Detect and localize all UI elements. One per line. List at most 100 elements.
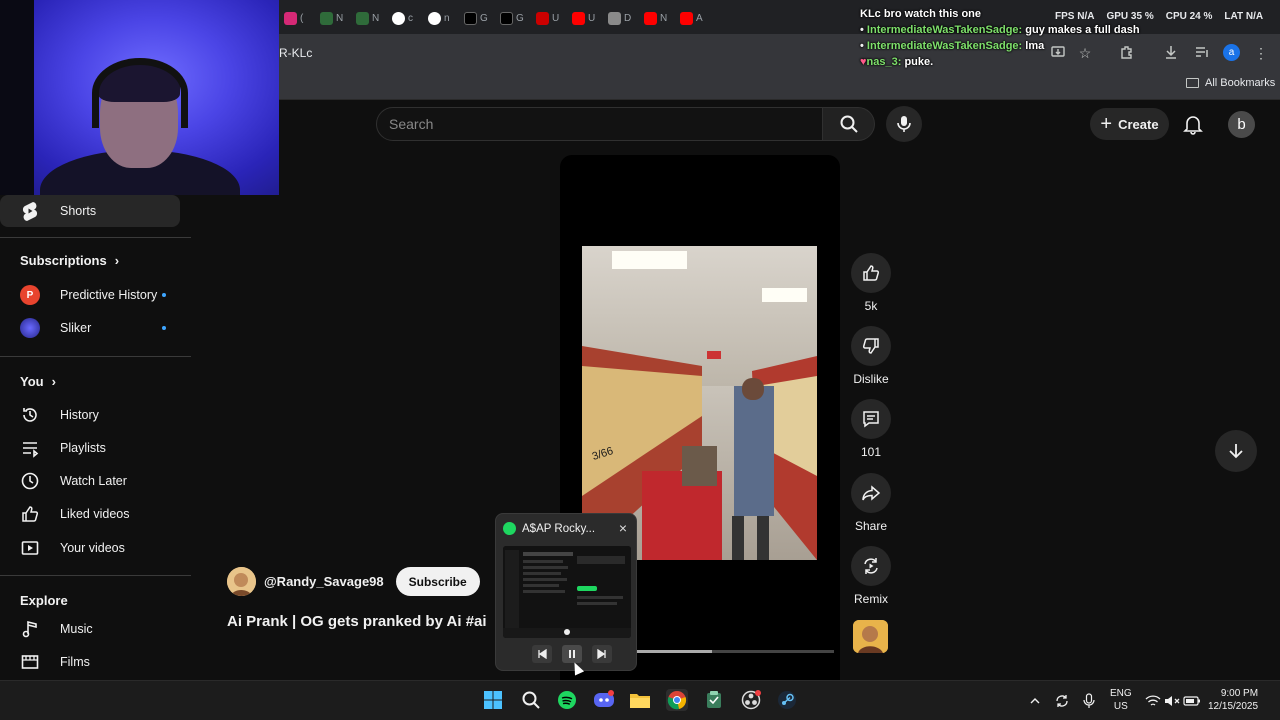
search-button[interactable] xyxy=(823,107,875,141)
comments-button[interactable] xyxy=(851,399,891,439)
preview-thumbnail[interactable] xyxy=(503,546,631,638)
browser-tab[interactable]: D xyxy=(608,9,644,27)
chat-line: • IntermediateWasTakenSadge: lma xyxy=(860,40,1045,52)
trend-icon xyxy=(320,11,333,25)
browser-tab[interactable]: ( xyxy=(284,9,320,27)
sidebar-item-playlists[interactable]: Playlists xyxy=(0,432,180,464)
channel-name-link[interactable]: @Randy_Savage98 xyxy=(264,574,384,589)
google-icon xyxy=(392,11,405,25)
sidebar-item-sliker[interactable]: Sliker xyxy=(0,312,180,344)
like-action[interactable]: 5k xyxy=(850,253,892,313)
create-button[interactable]: + Create xyxy=(1090,108,1169,140)
shorts-icon xyxy=(20,201,40,221)
tray-overflow-chevron-icon[interactable] xyxy=(1024,690,1046,712)
input-language-indicator[interactable]: ENG US xyxy=(1110,687,1132,713)
browser-tab[interactable]: G xyxy=(464,9,500,27)
browser-tab[interactable]: G xyxy=(500,9,536,27)
taskbar-file-explorer[interactable] xyxy=(629,689,651,711)
thumbs-up-icon xyxy=(20,504,40,524)
spotify-icon xyxy=(558,691,576,709)
all-bookmarks-button[interactable]: All Bookmarks xyxy=(1186,77,1275,89)
chat-line: • IntermediateWasTakenSadge: guy makes a… xyxy=(860,24,1140,36)
taskbar-spotify[interactable] xyxy=(556,689,578,711)
media-controls-icon[interactable] xyxy=(1193,44,1211,62)
sidebar-item-watch-later[interactable]: Watch Later xyxy=(0,465,180,497)
chat-line: ♥nas_3: puke. xyxy=(860,56,934,68)
remix-button[interactable] xyxy=(851,546,891,586)
original-sound-thumbnail[interactable] xyxy=(853,620,888,653)
remix-icon xyxy=(864,558,878,574)
browser-tab[interactable]: n xyxy=(428,9,464,27)
chrome-icon xyxy=(667,691,687,710)
channel-avatar xyxy=(20,318,40,338)
previous-track-button[interactable] xyxy=(532,645,552,663)
chevron-right-icon: › xyxy=(51,374,56,389)
subscribe-button[interactable]: Subscribe xyxy=(395,567,480,596)
channel-avatar[interactable] xyxy=(227,567,256,596)
search-icon xyxy=(840,115,858,133)
voice-search-button[interactable] xyxy=(886,106,922,142)
browser-tab[interactable]: c xyxy=(392,9,428,27)
sidebar-item-films[interactable]: Films xyxy=(0,646,180,678)
close-icon[interactable]: × xyxy=(619,520,627,536)
share-button[interactable] xyxy=(851,473,891,513)
taskbar-obs[interactable] xyxy=(740,689,762,711)
sidebar-item-your-videos[interactable]: Your videos xyxy=(0,532,180,564)
taskbar-discord[interactable] xyxy=(593,689,615,711)
cnn-icon xyxy=(536,11,549,25)
address-bar-text[interactable]: R-KLc xyxy=(279,46,312,60)
playlists-icon xyxy=(20,438,40,458)
you-heading[interactable]: You › xyxy=(20,374,56,389)
search-field[interactable] xyxy=(376,107,823,141)
subscriptions-heading[interactable]: Subscriptions › xyxy=(20,253,119,268)
arrow-down-icon xyxy=(1229,444,1243,459)
taskbar-steam[interactable] xyxy=(776,689,798,711)
search-icon xyxy=(522,691,540,709)
search-input[interactable] xyxy=(377,108,822,140)
microphone-icon xyxy=(897,116,911,132)
battery-icon[interactable] xyxy=(1181,690,1203,712)
sidebar-item-predictive-history[interactable]: P Predictive History xyxy=(0,279,180,311)
divider xyxy=(0,575,191,576)
comments-action[interactable]: 101 xyxy=(850,399,892,459)
clipboard-app-icon xyxy=(707,691,721,708)
browser-profile-avatar[interactable]: a xyxy=(1223,44,1240,61)
share-action[interactable]: Share xyxy=(850,473,892,533)
kebab-menu-icon[interactable]: ⋮ xyxy=(1252,44,1270,62)
comment-icon xyxy=(863,411,879,428)
account-avatar[interactable]: b xyxy=(1228,111,1255,138)
taskbar-app-green[interactable] xyxy=(703,689,725,711)
taskbar-search-button[interactable] xyxy=(520,689,542,711)
instagram-icon xyxy=(284,11,297,25)
sync-icon[interactable] xyxy=(1051,690,1073,712)
microphone-tray-icon[interactable] xyxy=(1078,690,1100,712)
sidebar-item-liked-videos[interactable]: Liked videos xyxy=(0,498,180,530)
remix-action[interactable]: Remix xyxy=(850,546,892,606)
like-button[interactable] xyxy=(851,253,891,293)
browser-tab[interactable]: U xyxy=(536,9,572,27)
next-short-button[interactable] xyxy=(1215,430,1257,472)
new-content-dot xyxy=(162,293,166,297)
skip-back-icon xyxy=(538,649,547,659)
taskbar-clock[interactable]: 9:00 PM 12/15/2025 xyxy=(1208,687,1258,713)
browser-tab[interactable]: N xyxy=(644,9,680,27)
dislike-label: Dislike xyxy=(853,372,889,386)
youtube-icon xyxy=(644,11,657,25)
browser-tab[interactable]: U xyxy=(572,9,608,27)
notifications-bell-icon[interactable] xyxy=(1182,113,1204,135)
sidebar-item-shorts[interactable]: Shorts xyxy=(0,195,180,227)
dislike-action[interactable]: Dislike xyxy=(848,326,894,386)
browser-tab[interactable]: N xyxy=(320,9,356,27)
sidebar-item-music[interactable]: Music xyxy=(0,613,180,645)
discord-icon xyxy=(594,690,614,707)
download-icon[interactable] xyxy=(1162,44,1180,62)
sidebar-item-history[interactable]: History xyxy=(0,399,180,431)
spotify-taskbar-preview[interactable]: A$AP Rocky... × xyxy=(495,513,637,671)
browser-tab[interactable]: N xyxy=(356,9,392,27)
next-track-button[interactable] xyxy=(592,645,612,663)
dislike-button[interactable] xyxy=(851,326,891,366)
volume-muted-icon[interactable] xyxy=(1161,690,1183,712)
start-button[interactable] xyxy=(482,689,504,711)
taskbar-chrome[interactable] xyxy=(666,689,688,711)
browser-tab[interactable]: A xyxy=(680,9,716,27)
